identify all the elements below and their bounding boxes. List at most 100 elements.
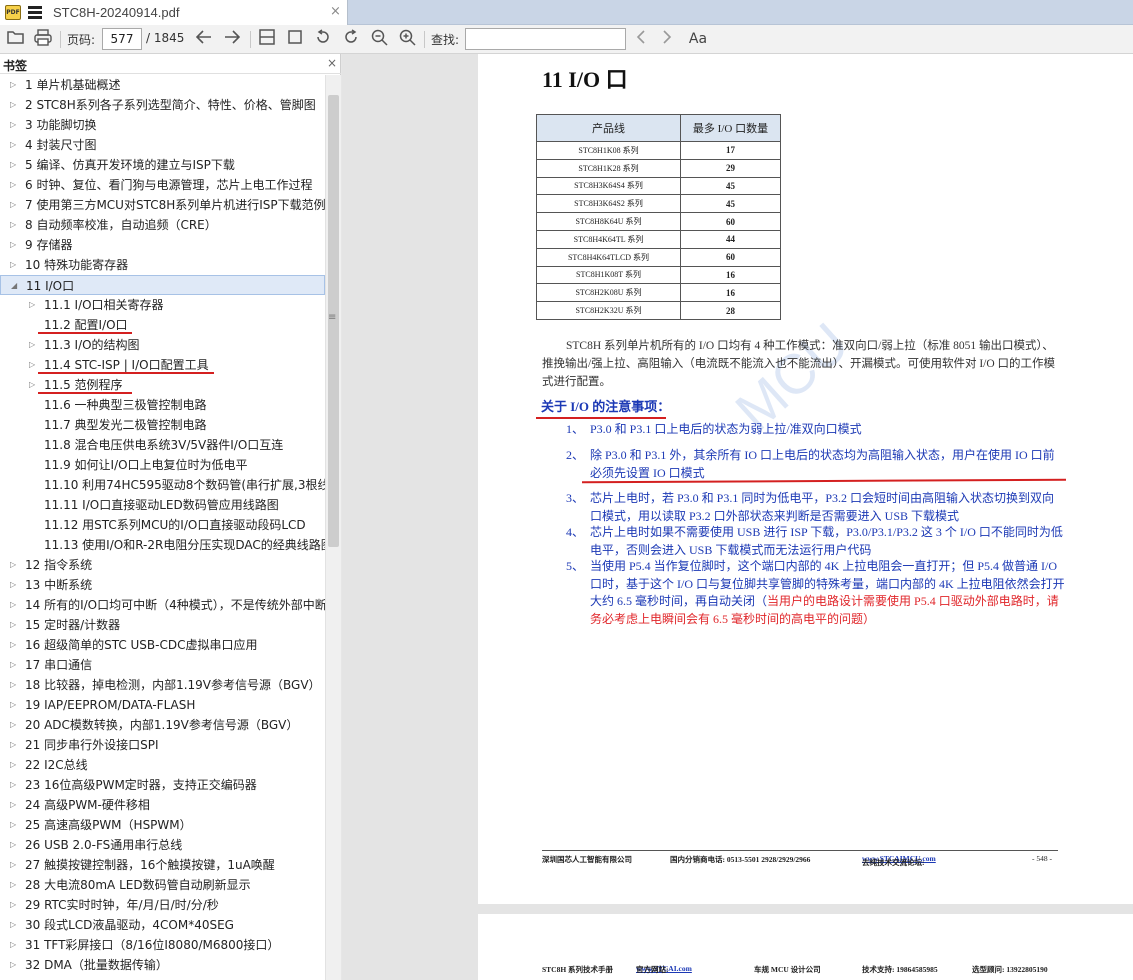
document-tab[interactable]: PDF STC8H-20240914.pdf × [0, 0, 348, 25]
expand-arrow-icon[interactable]: ▷ [10, 915, 20, 935]
bookmark-item[interactable]: ▷ 16 超级简单的STC USB-CDC虚拟串口应用 [0, 635, 325, 655]
splitter-grip-icon[interactable]: ≡ [328, 312, 336, 323]
expand-arrow-icon[interactable]: ▷ [10, 775, 20, 795]
zoom-out-icon[interactable] [369, 29, 389, 49]
bookmark-item[interactable]: ▷ 9 存储器 [0, 235, 325, 255]
expand-arrow-icon[interactable]: ▷ [10, 595, 20, 615]
bookmark-item[interactable]: ▷ 29 RTC实时时钟，年/月/日/时/分/秒 [0, 895, 325, 915]
bookmark-item[interactable]: 11.10 利用74HC595驱动8个数码管(串行扩展,3根线) [0, 475, 325, 495]
expand-arrow-icon[interactable]: ▷ [10, 675, 20, 695]
bookmark-item[interactable]: ▷ 13 中断系统 [0, 575, 325, 595]
expand-arrow-icon[interactable]: ▷ [29, 295, 39, 315]
bookmark-item[interactable]: ▷ 25 高速高级PWM（HSPWM） [0, 815, 325, 835]
bookmark-item[interactable]: ▷ 12 指令系统 [0, 555, 325, 575]
bookmark-item[interactable]: ▷ 10 特殊功能寄存器 [0, 255, 325, 275]
expand-arrow-icon[interactable]: ▷ [29, 335, 39, 355]
expand-arrow-icon[interactable]: ▷ [10, 575, 20, 595]
bookmark-item[interactable]: 11.7 典型发光二极管控制电路 [0, 415, 325, 435]
bookmark-item[interactable]: ▷ 31 TFT彩屏接口（8/16位I8080/M6800接口） [0, 935, 325, 955]
expand-arrow-icon[interactable]: ▷ [10, 235, 20, 255]
bookmark-item[interactable]: 11.11 I/O口直接驱动LED数码管应用线路图 [0, 495, 325, 515]
document-viewport[interactable]: MCU 11 I/O 口 产品线 最多 I/O 口数量 STC8H1K08 系列… [342, 54, 1133, 980]
expand-arrow-icon[interactable]: ▷ [10, 255, 20, 275]
expand-arrow-icon[interactable]: ▷ [10, 955, 20, 975]
bookmark-item[interactable]: ▷ 18 比较器，掉电检测，内部1.19V参考信号源（BGV） [0, 675, 325, 695]
menu-icon[interactable] [28, 6, 42, 19]
next-page-icon[interactable] [222, 29, 242, 49]
bookmark-item[interactable]: ◢ 11 I/O口 [0, 275, 325, 295]
bookmark-item[interactable]: ▷ 27 触摸按键控制器，16个触摸按键，1uA唤醒 [0, 855, 325, 875]
find-next-icon[interactable] [658, 29, 676, 49]
expand-arrow-icon[interactable]: ▷ [10, 935, 20, 955]
expand-arrow-icon[interactable]: ▷ [10, 755, 20, 775]
bookmark-label: 1 单片机基础概述 [25, 78, 121, 92]
expand-arrow-icon[interactable]: ▷ [10, 155, 20, 175]
expand-arrow-icon[interactable]: ▷ [10, 795, 20, 815]
expand-arrow-icon[interactable]: ▷ [10, 555, 20, 575]
bookmark-item[interactable]: ▷ 11.3 I/O的结构图 [0, 335, 325, 355]
bookmark-item[interactable]: ▷ 2 STC8H系列各子系列选型简介、特性、价格、管脚图 [0, 95, 325, 115]
expand-arrow-icon[interactable]: ▷ [10, 115, 20, 135]
bookmark-item[interactable]: ▷ 14 所有的I/O口均可中断（4种模式），不是传统外部中断 [0, 595, 325, 615]
bookmark-item[interactable]: ▷ 4 封装尺寸图 [0, 135, 325, 155]
fit-width-icon[interactable] [257, 29, 277, 49]
bookmark-item[interactable]: ▷ 23 16位高级PWM定时器，支持正交编码器 [0, 775, 325, 795]
bookmark-item[interactable]: ▷ 6 时钟、复位、看门狗与电源管理，芯片上电工作过程 [0, 175, 325, 195]
expand-arrow-icon[interactable]: ▷ [10, 655, 20, 675]
bookmark-item[interactable]: 11.8 混合电压供电系统3V/5V器件I/O口互连 [0, 435, 325, 455]
bookmark-item[interactable]: ▷ 20 ADC模数转换，内部1.19V参考信号源（BGV） [0, 715, 325, 735]
expand-arrow-icon[interactable]: ▷ [10, 175, 20, 195]
bookmark-item[interactable]: 11.12 用STC系列MCU的I/O口直接驱动段码LCD [0, 515, 325, 535]
expand-arrow-icon[interactable]: ▷ [10, 615, 20, 635]
bookmark-item[interactable]: 11.13 使用I/O和R-2R电阻分压实现DAC的经典线路图 [0, 535, 325, 555]
find-prev-icon[interactable] [632, 29, 650, 49]
expand-arrow-icon[interactable]: ▷ [10, 735, 20, 755]
bookmark-item[interactable]: ▷ 21 同步串行外设接口SPI [0, 735, 325, 755]
sidebar-scrollbar[interactable] [325, 75, 341, 980]
bookmark-item[interactable]: ▷ 5 编译、仿真开发环境的建立与ISP下载 [0, 155, 325, 175]
tab-close-icon[interactable]: × [330, 4, 341, 19]
expand-arrow-icon[interactable]: ▷ [10, 135, 20, 155]
expand-arrow-icon[interactable]: ▷ [10, 215, 20, 235]
print-icon[interactable] [33, 29, 53, 49]
expand-arrow-icon[interactable]: ▷ [10, 875, 20, 895]
expand-arrow-icon[interactable]: ▷ [10, 95, 20, 115]
bookmark-item[interactable]: ▷ 32 DMA（批量数据传输） [0, 955, 325, 975]
bookmark-item[interactable]: ▷ 15 定时器/计数器 [0, 615, 325, 635]
bookmark-item[interactable]: ▷ 11.1 I/O口相关寄存器 [0, 295, 325, 315]
collapse-arrow-icon[interactable]: ◢ [11, 276, 21, 294]
expand-arrow-icon[interactable]: ▷ [10, 695, 20, 715]
expand-arrow-icon[interactable]: ▷ [10, 195, 20, 215]
expand-arrow-icon[interactable]: ▷ [10, 835, 20, 855]
bookmark-item[interactable]: ▷ 30 段式LCD液晶驱动，4COM*40SEG [0, 915, 325, 935]
expand-arrow-icon[interactable]: ▷ [10, 715, 20, 735]
expand-arrow-icon[interactable]: ▷ [10, 855, 20, 875]
bookmark-label: 2 STC8H系列各子系列选型简介、特性、价格、管脚图 [25, 98, 316, 112]
bookmark-item[interactable]: ▷ 17 串口通信 [0, 655, 325, 675]
bookmark-item[interactable]: 11.9 如何让I/O口上电复位时为低电平 [0, 455, 325, 475]
font-icon[interactable]: Aa [686, 29, 710, 49]
zoom-in-icon[interactable] [397, 29, 417, 49]
bookmark-item[interactable]: ▷ 3 功能脚切换 [0, 115, 325, 135]
search-input[interactable] [465, 28, 626, 50]
expand-arrow-icon[interactable]: ▷ [10, 895, 20, 915]
rotate-right-icon[interactable] [341, 29, 361, 49]
page-number-input[interactable]: 577 [102, 28, 142, 50]
bookmark-item[interactable]: ▷ 24 高级PWM-硬件移相 [0, 795, 325, 815]
bookmark-item[interactable]: ▷ 7 使用第三方MCU对STC8H系列单片机进行ISP下载范例 [0, 195, 325, 215]
bookmark-item[interactable]: ▷ 19 IAP/EEPROM/DATA-FLASH [0, 695, 325, 715]
bookmark-item[interactable]: ▷ 8 自动频率校准，自动追频（CRE） [0, 215, 325, 235]
sidebar-close-icon[interactable]: × [327, 56, 337, 70]
fit-page-icon[interactable] [285, 29, 305, 49]
bookmark-item[interactable]: 11.6 一种典型三极管控制电路 [0, 395, 325, 415]
prev-page-icon[interactable] [194, 29, 214, 49]
bookmark-item[interactable]: ▷ 1 单片机基础概述 [0, 75, 325, 95]
bookmark-item[interactable]: ▷ 28 大电流80mA LED数码管自动刷新显示 [0, 875, 325, 895]
expand-arrow-icon[interactable]: ▷ [10, 75, 20, 95]
rotate-left-icon[interactable] [313, 29, 333, 49]
expand-arrow-icon[interactable]: ▷ [10, 815, 20, 835]
bookmark-item[interactable]: ▷ 26 USB 2.0-FS通用串行总线 [0, 835, 325, 855]
expand-arrow-icon[interactable]: ▷ [10, 635, 20, 655]
bookmark-item[interactable]: ▷ 22 I2C总线 [0, 755, 325, 775]
open-icon[interactable] [6, 29, 26, 49]
